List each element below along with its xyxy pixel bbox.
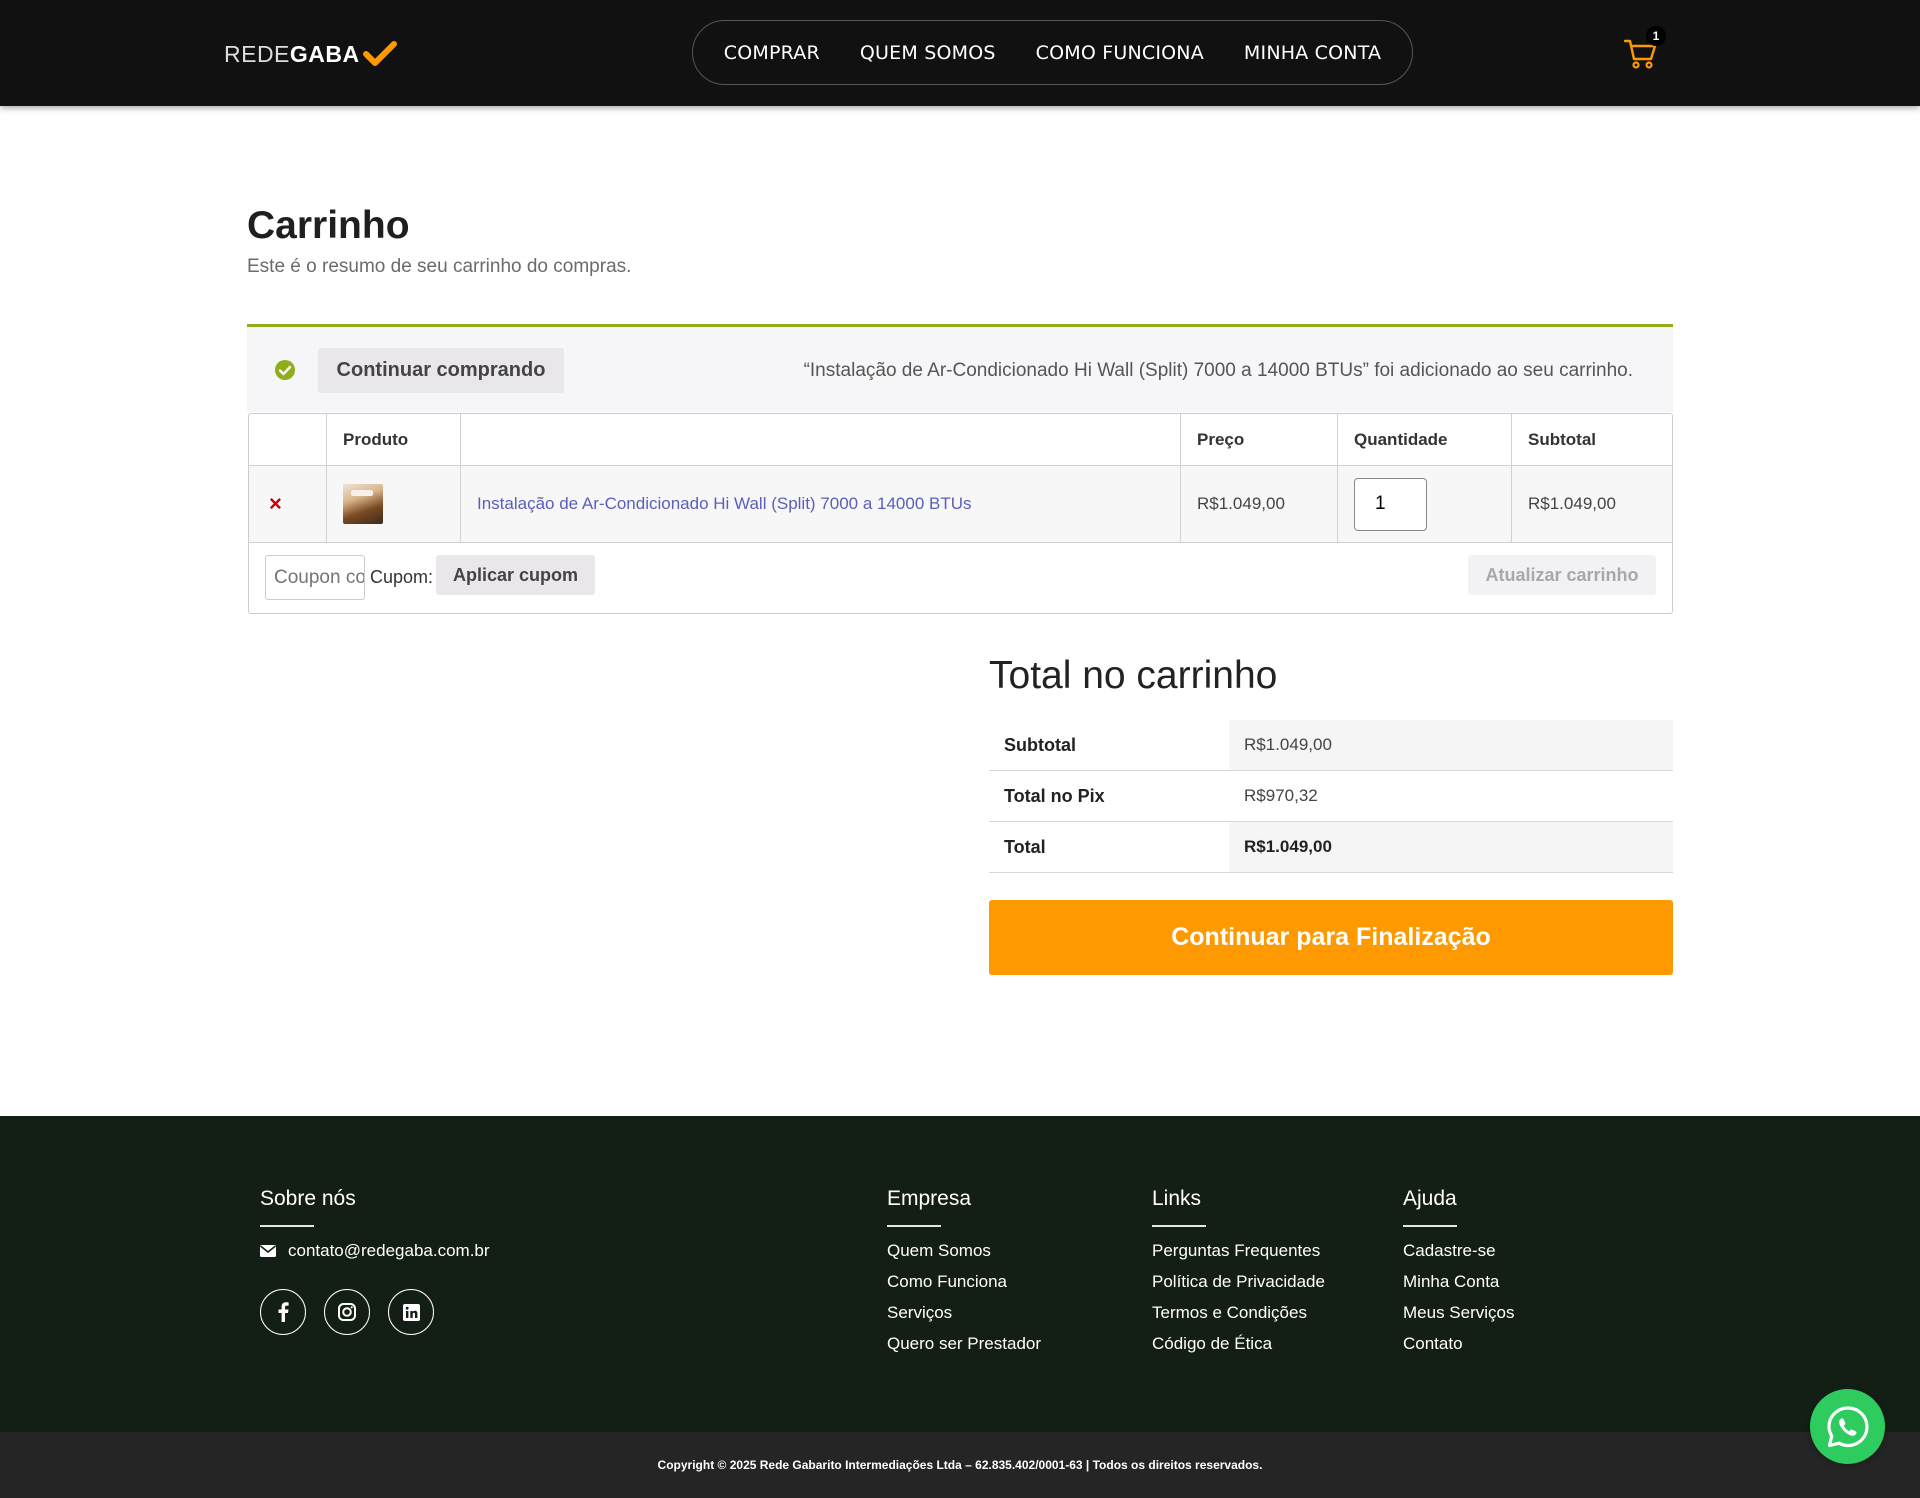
footer-link-quero-ser-prestador[interactable]: Quero ser Prestador — [887, 1334, 1041, 1354]
remove-cell: × — [249, 466, 327, 542]
footer-about-title: Sobre nós — [260, 1187, 356, 1210]
totals-row-pix: Total no Pix R$970,32 — [989, 771, 1673, 822]
nav-quem-somos[interactable]: QUEM SOMOS — [860, 42, 996, 64]
footer-ajuda-title: Ajuda — [1403, 1187, 1457, 1210]
footer-empresa-title: Empresa — [887, 1187, 972, 1210]
totals-value: R$970,32 — [1229, 771, 1673, 821]
page-title: Carrinho — [247, 204, 410, 247]
footer-link-cadastre-se[interactable]: Cadastre-se — [1403, 1241, 1514, 1261]
success-check-icon — [275, 360, 295, 380]
cart-count-badge: 1 — [1646, 26, 1666, 46]
header-price: Preço — [1181, 414, 1338, 465]
whatsapp-icon[interactable] — [1810, 1389, 1885, 1464]
footer-divider — [260, 1225, 314, 1227]
cart-actions: Cupom: Aplicar cupom Atualizar carrinho — [249, 543, 1672, 613]
header-quantity: Quantidade — [1338, 414, 1512, 465]
apply-coupon-button[interactable]: Aplicar cupom — [436, 555, 595, 595]
header-product: Produto — [327, 414, 461, 465]
instagram-icon[interactable] — [324, 1289, 370, 1335]
footer-link-servicos[interactable]: Serviços — [887, 1303, 1041, 1323]
cart-notice: Continuar comprando “Instalação de Ar-Co… — [247, 324, 1673, 412]
quantity-cell — [1338, 466, 1512, 542]
header-name — [461, 414, 1181, 465]
nav-comprar[interactable]: COMPRAR — [724, 42, 820, 64]
totals-row-total: Total R$1.049,00 — [989, 822, 1673, 873]
totals-value: R$1.049,00 — [1229, 720, 1673, 770]
footer-about: Sobre nós contato@redegaba.com.br — [260, 1187, 490, 1335]
cart-table: Produto Preço Quantidade Subtotal × Inst… — [248, 413, 1673, 614]
cart-totals-title: Total no carrinho — [989, 654, 1278, 697]
footer-ajuda: Ajuda Cadastre-se Minha Conta Meus Servi… — [1403, 1187, 1514, 1365]
main-nav: COMPRAR QUEM SOMOS COMO FUNCIONA MINHA C… — [692, 20, 1413, 85]
price-cell: R$1.049,00 — [1181, 466, 1338, 542]
site-footer: Sobre nós contato@redegaba.com.br Empres… — [0, 1116, 1920, 1432]
table-row: × Instalação de Ar-Condicionado Hi Wall … — [249, 466, 1672, 543]
footer-links-title: Links — [1152, 1187, 1202, 1210]
product-link[interactable]: Instalação de Ar-Condicionado Hi Wall (S… — [477, 494, 972, 514]
header-subtotal: Subtotal — [1528, 429, 1596, 449]
remove-icon[interactable]: × — [265, 491, 282, 517]
footer-link-minha-conta[interactable]: Minha Conta — [1403, 1272, 1514, 1292]
footer-link-como-funciona[interactable]: Como Funciona — [887, 1272, 1041, 1292]
nav-como-funciona[interactable]: COMO FUNCIONA — [1036, 42, 1204, 64]
footer-link-termos[interactable]: Termos e Condições — [1152, 1303, 1325, 1323]
product-name-cell: Instalação de Ar-Condicionado Hi Wall (S… — [461, 466, 1181, 542]
cart-table-header: Produto Preço Quantidade Subtotal — [249, 414, 1672, 466]
page-subtitle: Este é o resumo de seu carrinho do compr… — [247, 256, 632, 277]
footer-link-quem-somos[interactable]: Quem Somos — [887, 1241, 1041, 1261]
totals-label: Total — [1004, 836, 1046, 857]
footer-email[interactable]: contato@redegaba.com.br — [260, 1241, 490, 1261]
footer-link-privacidade[interactable]: Política de Privacidade — [1152, 1272, 1325, 1292]
coupon-input[interactable] — [265, 555, 365, 600]
logo-text-thin: REDE — [224, 40, 290, 67]
logo-check-icon — [362, 41, 397, 66]
site-header: REDE GABA COMPRAR QUEM SOMOS COMO FUNCION… — [0, 0, 1920, 106]
notice-message: “Instalação de Ar-Condicionado Hi Wall (… — [803, 360, 1633, 381]
social-links — [260, 1289, 490, 1335]
checkout-button[interactable]: Continuar para Finalização — [989, 900, 1673, 975]
site-logo[interactable]: REDE GABA — [224, 36, 397, 72]
footer-link-faq[interactable]: Perguntas Frequentes — [1152, 1241, 1325, 1261]
totals-value: R$1.049,00 — [1229, 822, 1673, 872]
totals-label: Total no Pix — [1004, 785, 1105, 806]
update-cart-button[interactable]: Atualizar carrinho — [1468, 555, 1656, 595]
cart-totals: Subtotal R$1.049,00 Total no Pix R$970,3… — [989, 720, 1673, 873]
coupon-label: Cupom: — [370, 567, 434, 587]
footer-divider — [887, 1225, 941, 1227]
footer-empresa: Empresa Quem Somos Como Funciona Serviço… — [887, 1187, 1041, 1365]
footer-divider — [1403, 1225, 1457, 1227]
envelope-icon — [260, 1245, 276, 1257]
footer-link-meus-servicos[interactable]: Meus Serviços — [1403, 1303, 1514, 1323]
footer-email-text: contato@redegaba.com.br — [288, 1241, 490, 1260]
linkedin-icon[interactable] — [388, 1289, 434, 1335]
header-remove — [249, 414, 327, 465]
facebook-icon[interactable] — [260, 1289, 306, 1335]
logo-text-bold: GABA — [289, 40, 360, 67]
subtotal-cell: R$1.049,00 — [1512, 466, 1672, 542]
thumbnail-cell — [327, 466, 461, 542]
quantity-input[interactable] — [1354, 477, 1427, 531]
continue-shopping-button[interactable]: Continuar comprando — [318, 348, 564, 393]
footer-divider — [1152, 1225, 1206, 1227]
footer-link-contato[interactable]: Contato — [1403, 1334, 1514, 1354]
footer-link-etica[interactable]: Código de Ética — [1152, 1334, 1325, 1354]
totals-label: Subtotal — [1004, 734, 1076, 755]
totals-row-subtotal: Subtotal R$1.049,00 — [989, 720, 1673, 771]
nav-minha-conta[interactable]: MINHA CONTA — [1244, 42, 1381, 64]
product-thumbnail[interactable] — [343, 484, 383, 524]
copyright-bar: Copyright © 2025 Rede Gabarito Intermedi… — [0, 1432, 1920, 1498]
footer-links: Links Perguntas Frequentes Política de P… — [1152, 1187, 1325, 1365]
